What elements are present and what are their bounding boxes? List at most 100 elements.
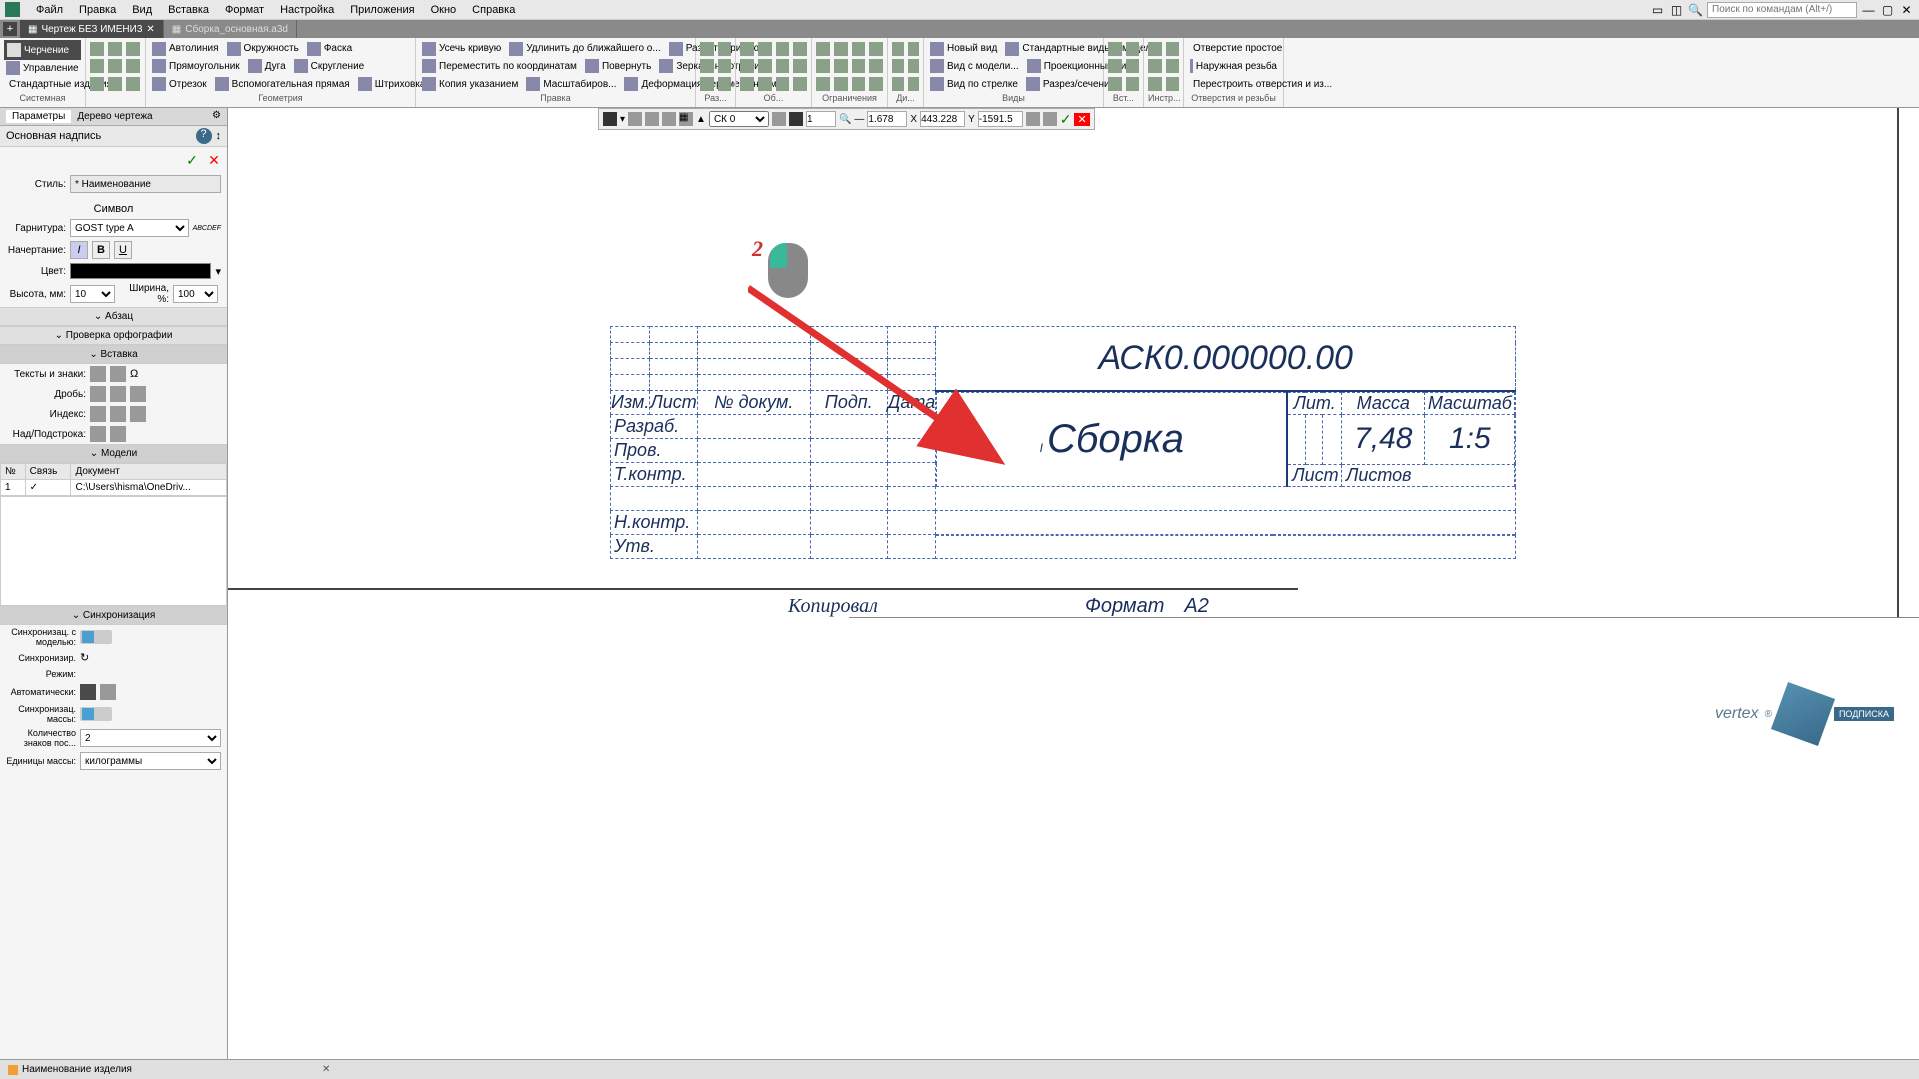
ann-icon[interactable] bbox=[776, 59, 790, 73]
tool-icon[interactable] bbox=[1148, 42, 1162, 56]
btn-extend[interactable]: Удлинить до ближайшего о... bbox=[507, 41, 662, 57]
italic-button[interactable]: I bbox=[70, 241, 88, 259]
omega-icon[interactable]: Ω bbox=[130, 368, 138, 380]
print-icon[interactable] bbox=[108, 77, 122, 91]
diag-icon[interactable] bbox=[908, 59, 920, 73]
maximize-icon[interactable]: ▢ bbox=[1880, 3, 1895, 17]
copy-icon[interactable] bbox=[126, 42, 140, 56]
con-icon[interactable] bbox=[816, 59, 830, 73]
frac-icon[interactable] bbox=[130, 386, 146, 402]
ann-icon[interactable] bbox=[758, 42, 772, 56]
cut-icon[interactable] bbox=[90, 59, 104, 73]
arrow-icon[interactable]: ↕ bbox=[216, 130, 222, 142]
help-icon[interactable]: ? bbox=[196, 128, 212, 144]
ann-icon[interactable] bbox=[793, 77, 807, 91]
tool-icon[interactable] bbox=[1148, 77, 1162, 91]
con-icon[interactable] bbox=[852, 42, 866, 56]
dim-icon[interactable] bbox=[700, 77, 714, 91]
snap-icon[interactable] bbox=[662, 112, 676, 126]
units-select[interactable]: килограммы bbox=[80, 752, 221, 770]
idx-icon[interactable] bbox=[90, 406, 106, 422]
btn-trim[interactable]: Усечь кривую bbox=[420, 41, 503, 57]
con-icon[interactable] bbox=[852, 77, 866, 91]
menu-apps[interactable]: Приложения bbox=[342, 4, 422, 16]
digits-select[interactable]: 2 bbox=[80, 729, 221, 747]
diag-icon[interactable] bbox=[908, 42, 920, 56]
bold-button[interactable]: B bbox=[92, 241, 110, 259]
step-input[interactable] bbox=[806, 111, 836, 127]
refresh-icon[interactable]: ↻ bbox=[80, 651, 89, 664]
dim-icon[interactable] bbox=[718, 77, 732, 91]
ann-icon[interactable] bbox=[740, 59, 754, 73]
ann-icon[interactable] bbox=[758, 59, 772, 73]
more-icon[interactable] bbox=[126, 77, 140, 91]
row-razrab[interactable]: Разраб. bbox=[611, 415, 698, 439]
idx-icon[interactable] bbox=[110, 406, 126, 422]
mode-management[interactable]: Управление bbox=[4, 60, 81, 76]
ins-icon[interactable] bbox=[1108, 42, 1122, 56]
dim-icon[interactable] bbox=[700, 59, 714, 73]
row-prov[interactable]: Пров. bbox=[611, 439, 698, 463]
snap-icon[interactable] bbox=[645, 112, 659, 126]
minimize-icon[interactable]: — bbox=[1861, 3, 1876, 17]
tab-tree[interactable]: Дерево чертежа bbox=[71, 110, 158, 123]
ins-icon[interactable] bbox=[1108, 77, 1122, 91]
section-sync[interactable]: Синхронизация bbox=[0, 606, 227, 625]
ann-icon[interactable] bbox=[776, 42, 790, 56]
menu-view[interactable]: Вид bbox=[124, 4, 160, 16]
tab-assembly[interactable]: ▦ Сборка_основная.a3d bbox=[164, 20, 297, 38]
ann-icon[interactable] bbox=[740, 42, 754, 56]
diag-icon[interactable] bbox=[892, 42, 904, 56]
con-icon[interactable] bbox=[816, 77, 830, 91]
layout2-icon[interactable]: ◫ bbox=[1669, 3, 1684, 17]
ou-icon[interactable] bbox=[110, 426, 126, 442]
diag-icon[interactable] bbox=[892, 77, 904, 91]
idx-icon[interactable] bbox=[130, 406, 146, 422]
command-search-input[interactable] bbox=[1707, 2, 1857, 18]
cancel-button[interactable]: ✕ bbox=[205, 151, 223, 169]
y-input[interactable] bbox=[978, 111, 1023, 127]
sign-icon[interactable] bbox=[110, 366, 126, 382]
color-picker[interactable] bbox=[70, 263, 211, 279]
layout1-icon[interactable]: ▭ bbox=[1650, 3, 1665, 17]
section-insert[interactable]: Вставка bbox=[0, 345, 227, 364]
section-models[interactable]: Модели bbox=[0, 444, 227, 463]
row-utv[interactable]: Утв. bbox=[611, 535, 698, 559]
btn-autoline[interactable]: Автолиния bbox=[150, 41, 221, 57]
tool-icon[interactable] bbox=[1148, 59, 1162, 73]
con-icon[interactable] bbox=[834, 42, 848, 56]
btn-rebuild[interactable]: Перестроить отверстия и из... bbox=[1188, 76, 1279, 92]
tab-close-icon[interactable]: ✕ bbox=[146, 24, 154, 35]
menu-format[interactable]: Формат bbox=[217, 4, 272, 16]
gear-icon[interactable]: ⚙ bbox=[212, 110, 221, 123]
new-tab-button[interactable]: + bbox=[3, 22, 17, 36]
width-select[interactable]: 100 bbox=[173, 285, 218, 303]
tool-icon[interactable] bbox=[1166, 77, 1180, 91]
auto-on-icon[interactable] bbox=[80, 684, 96, 700]
btn-arc[interactable]: Дуга bbox=[246, 58, 288, 74]
ins-icon[interactable] bbox=[1126, 77, 1140, 91]
row-tkontr[interactable]: Т.контр. bbox=[611, 463, 698, 487]
cancel-icon[interactable]: ✕ bbox=[1074, 113, 1089, 126]
ann-icon[interactable] bbox=[740, 77, 754, 91]
style-input[interactable] bbox=[70, 175, 221, 193]
zoom-out-icon[interactable]: 🔍 bbox=[839, 114, 851, 125]
scale-value[interactable]: 1:5 bbox=[1425, 414, 1515, 464]
tool-icon[interactable] bbox=[1026, 112, 1040, 126]
menu-edit[interactable]: Правка bbox=[71, 4, 124, 16]
font-select[interactable]: GOST type A bbox=[70, 219, 189, 237]
frac-icon[interactable] bbox=[90, 386, 106, 402]
btn-auxline[interactable]: Вспомогательная прямая bbox=[213, 76, 352, 92]
con-icon[interactable] bbox=[852, 59, 866, 73]
tool-icon[interactable] bbox=[1166, 59, 1180, 73]
title-block[interactable]: АСК0.000000.00 Изм. Лист № докум. Подп. … bbox=[610, 326, 1516, 559]
zoom-input[interactable] bbox=[867, 111, 907, 127]
auto-off-icon[interactable] bbox=[100, 684, 116, 700]
con-icon[interactable] bbox=[869, 59, 883, 73]
mode-standard-parts[interactable]: Стандартные изделия bbox=[4, 77, 81, 93]
btn-hole[interactable]: Отверстие простое bbox=[1188, 41, 1279, 57]
close-icon[interactable]: ✕ bbox=[1899, 3, 1914, 17]
confirm-icon[interactable]: ✓ bbox=[1060, 111, 1072, 128]
btn-arrowview[interactable]: Вид по стрелке bbox=[928, 76, 1020, 92]
product-name[interactable]: Сборка bbox=[1047, 417, 1184, 461]
